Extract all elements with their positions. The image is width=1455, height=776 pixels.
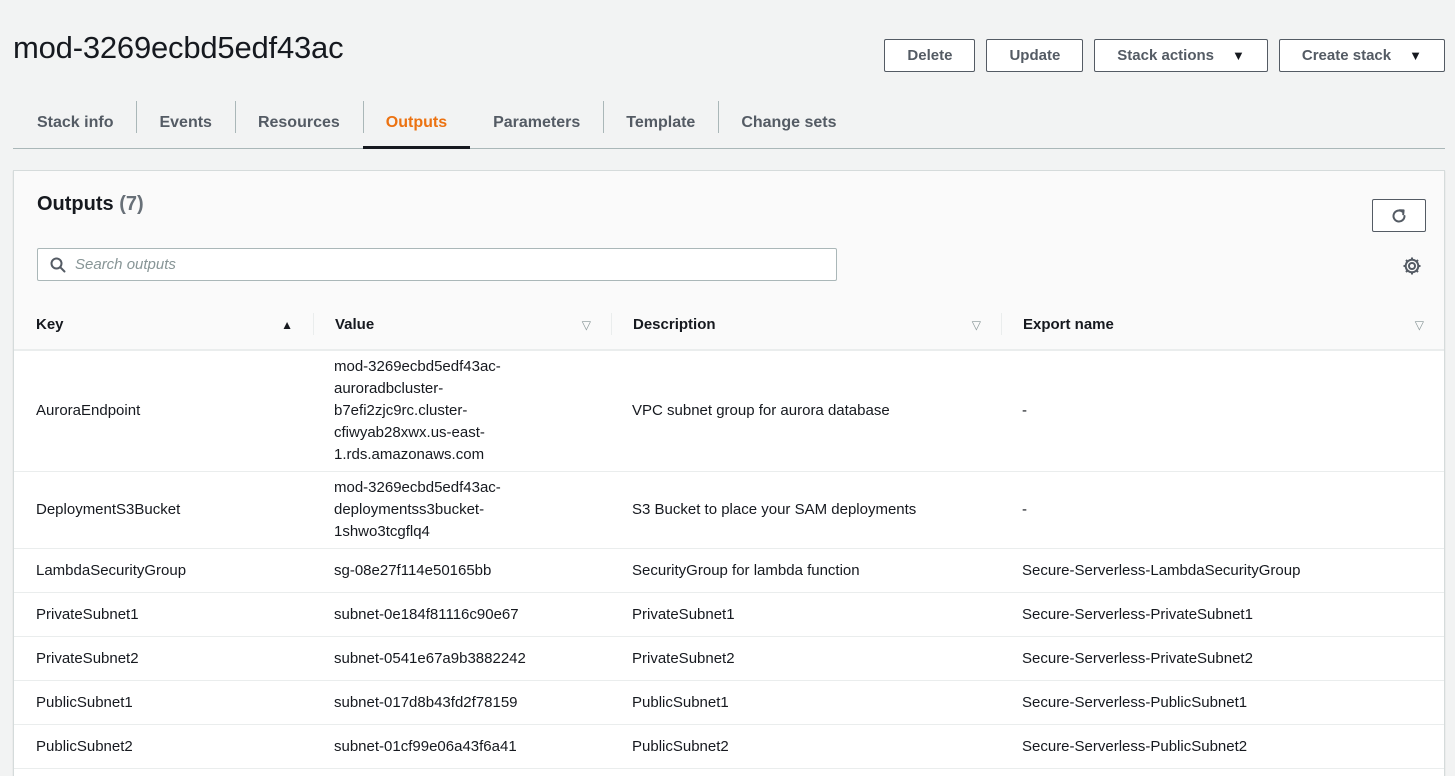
- cell-key: PublicSubnet2: [36, 737, 133, 755]
- outputs-count: (7): [119, 193, 144, 215]
- tab-resources[interactable]: Resources: [234, 97, 363, 148]
- outputs-panel-header: Outputs (7) Key ▲ Value ▽: [14, 171, 1444, 351]
- value-line: mod-3269ecbd5edf43ac-: [334, 358, 501, 375]
- table-row: AuroraEndpoint mod-3269ecbd5edf43ac- aur…: [14, 351, 1444, 472]
- tab-parameters[interactable]: Parameters: [470, 97, 603, 148]
- cell-value: subnet-0541e67a9b3882242: [334, 649, 526, 667]
- table-row: PrivateSubnet1 subnet-0e184f81116c90e67 …: [14, 593, 1444, 637]
- cell-description: PrivateSubnet2: [632, 649, 735, 667]
- table-row: PublicSubnet2 subnet-01cf99e06a43f6a41 P…: [14, 725, 1444, 769]
- stack-tabs: Stack info Events Resources Outputs Para…: [13, 97, 1445, 149]
- outputs-title: Outputs: [37, 193, 114, 215]
- sort-ascending-icon: ▲: [281, 318, 293, 332]
- cell-export-name: Secure-Serverless-PrivateSubnet2: [1022, 649, 1253, 667]
- cell-description: PublicSubnet2: [632, 737, 729, 755]
- search-input[interactable]: [75, 256, 775, 273]
- gear-icon[interactable]: [1402, 256, 1422, 276]
- table-row: PublicSubnet1 subnet-017d8b43fd2f78159 P…: [14, 681, 1444, 725]
- caret-down-icon: ▼: [1232, 48, 1245, 63]
- search-icon: [50, 257, 66, 272]
- page-title: mod-3269ecbd5edf43ac: [13, 30, 344, 65]
- outputs-table-body: AuroraEndpoint mod-3269ecbd5edf43ac- aur…: [14, 351, 1444, 769]
- cell-export-name: Secure-Serverless-PublicSubnet1: [1022, 693, 1248, 711]
- column-label: Export name: [1023, 316, 1114, 333]
- search-box[interactable]: [37, 248, 837, 281]
- cell-value: mod-3269ecbd5edf43ac- auroradbcluster- b…: [313, 351, 611, 471]
- cell-description: VPC subnet group for aurora database: [632, 402, 890, 419]
- cell-description: SecurityGroup for lambda function: [632, 561, 860, 579]
- create-stack-label: Create stack: [1301, 47, 1392, 64]
- table-row: LambdaSecurityGroup sg-08e27f114e50165bb…: [14, 549, 1444, 593]
- column-label: Value: [335, 316, 375, 333]
- table-row: PrivateSubnet2 subnet-0541e67a9b3882242 …: [14, 637, 1444, 681]
- refresh-button[interactable]: [1372, 199, 1426, 232]
- cell-export-name: -: [1022, 501, 1027, 518]
- value-line: 1shwo3tcgflq4: [334, 523, 430, 540]
- create-stack-dropdown[interactable]: Create stack ▼: [1278, 39, 1445, 72]
- value-line: cfiwyab28xwx.us-east-: [334, 424, 485, 441]
- tab-outputs[interactable]: Outputs: [362, 97, 471, 149]
- cell-key: PrivateSubnet2: [36, 649, 139, 667]
- outputs-heading: Outputs (7): [37, 193, 144, 216]
- header-actions: Delete Update Stack actions ▼ Create stac…: [884, 39, 1445, 72]
- cell-value: mod-3269ecbd5edf43ac- deploymentss3bucke…: [313, 472, 611, 548]
- cell-key: LambdaSecurityGroup: [36, 561, 187, 579]
- cell-description: S3 Bucket to place your SAM deployments: [632, 501, 917, 518]
- caret-down-icon: ▼: [1409, 48, 1422, 63]
- column-header-description[interactable]: Description ▽: [611, 299, 1001, 350]
- cell-description: PublicSubnet1: [632, 693, 729, 711]
- column-header-value[interactable]: Value ▽: [313, 299, 611, 350]
- cell-value: subnet-01cf99e06a43f6a41: [334, 737, 517, 755]
- sort-icon: ▽: [581, 318, 591, 332]
- value-line: deploymentss3bucket-: [334, 501, 485, 518]
- cell-export-name: Secure-Serverless-LambdaSecurityGroup: [1022, 561, 1301, 579]
- sort-icon: ▽: [1414, 318, 1424, 332]
- tab-template[interactable]: Template: [603, 97, 718, 148]
- tab-stack-info[interactable]: Stack info: [13, 97, 136, 148]
- stack-actions-dropdown[interactable]: Stack actions ▼: [1094, 39, 1268, 72]
- delete-button[interactable]: Delete: [884, 39, 976, 72]
- cell-export-name: -: [1022, 402, 1027, 419]
- value-line: 1.rds.amazonaws.com: [334, 446, 485, 463]
- cell-key: PrivateSubnet1: [36, 605, 139, 623]
- tab-events[interactable]: Events: [136, 97, 234, 148]
- cell-description: PrivateSubnet1: [632, 605, 735, 623]
- value-lines: mod-3269ecbd5edf43ac- auroradbcluster- b…: [334, 356, 501, 466]
- cell-export-name: Secure-Serverless-PublicSubnet2: [1022, 737, 1248, 755]
- value-line: b7efi2zjc9rc.cluster-: [334, 402, 468, 419]
- value-line: auroradbcluster-: [334, 380, 444, 397]
- cell-value: subnet-0e184f81116c90e67: [334, 605, 519, 623]
- stack-actions-label: Stack actions: [1117, 47, 1215, 64]
- value-line: mod-3269ecbd5edf43ac-: [334, 479, 501, 496]
- column-label: Description: [633, 316, 716, 333]
- cell-export-name: Secure-Serverless-PrivateSubnet1: [1022, 605, 1253, 623]
- table-header: Key ▲ Value ▽ Description ▽ Export name ▽: [14, 299, 1444, 350]
- outputs-panel: Outputs (7) Key ▲ Value ▽: [13, 170, 1445, 776]
- cell-value: subnet-017d8b43fd2f78159: [334, 693, 518, 711]
- column-header-key[interactable]: Key ▲: [14, 299, 313, 350]
- tab-change-sets[interactable]: Change sets: [718, 97, 859, 148]
- delete-label: Delete: [907, 47, 953, 64]
- cell-value: sg-08e27f114e50165bb: [334, 561, 492, 579]
- update-button[interactable]: Update: [986, 39, 1084, 72]
- cell-key: DeploymentS3Bucket: [36, 501, 181, 518]
- value-lines: mod-3269ecbd5edf43ac- deploymentss3bucke…: [334, 477, 501, 543]
- table-row: DeploymentS3Bucket mod-3269ecbd5edf43ac-…: [14, 472, 1444, 549]
- cell-key: PublicSubnet1: [36, 693, 133, 711]
- refresh-icon: [1392, 208, 1406, 222]
- column-label: Key: [36, 316, 64, 333]
- sort-icon: ▽: [971, 318, 981, 332]
- column-header-export-name[interactable]: Export name ▽: [1001, 299, 1444, 350]
- update-label: Update: [1009, 47, 1061, 64]
- cell-key: AuroraEndpoint: [36, 402, 141, 419]
